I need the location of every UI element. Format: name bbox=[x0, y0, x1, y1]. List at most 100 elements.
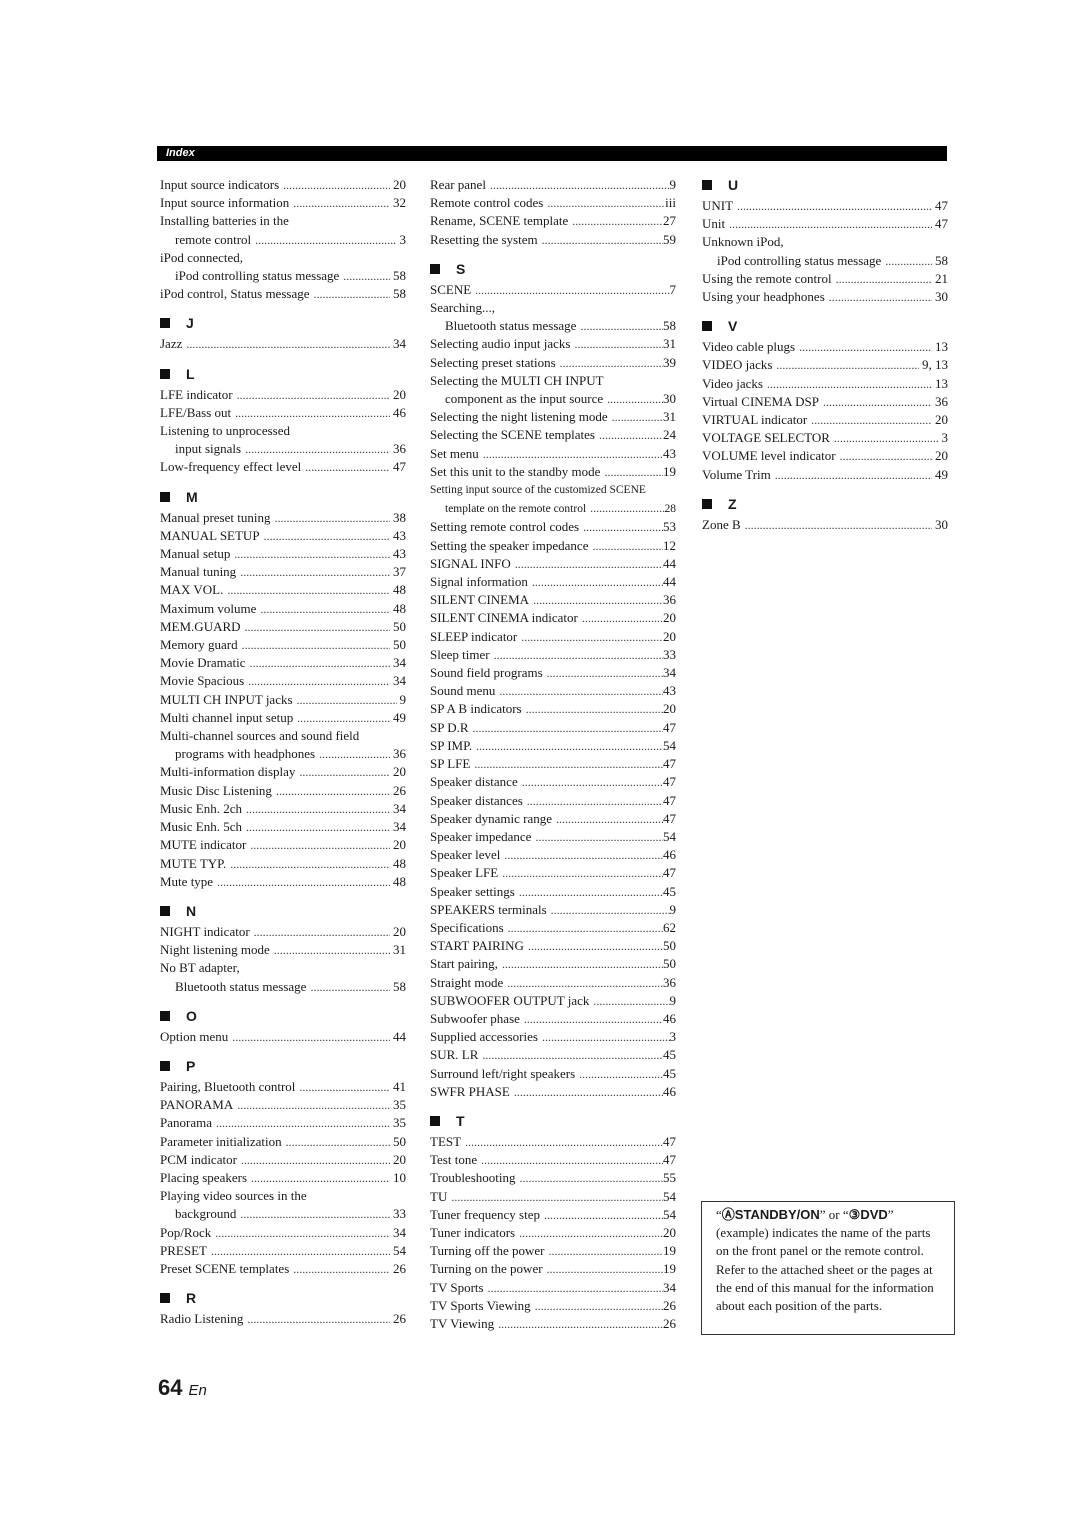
entry-label: VOLUME level indicator bbox=[702, 448, 836, 464]
index-entry: SUBWOOFER OUTPUT jack 9 bbox=[430, 992, 676, 1010]
dot-leader bbox=[507, 974, 663, 992]
note-body: (example) indicates the name of the part… bbox=[716, 1225, 934, 1314]
index-entry: Parameter initialization 50 bbox=[160, 1133, 406, 1151]
entry-page-number: 43 bbox=[663, 683, 676, 699]
index-entry: Panorama 35 bbox=[160, 1114, 406, 1132]
entry-label: START PAIRING bbox=[430, 938, 524, 954]
entry-label: TV Sports bbox=[430, 1279, 484, 1295]
entry-page-number: 34 bbox=[663, 1279, 676, 1295]
entry-page-number: 34 bbox=[393, 1224, 406, 1240]
dot-leader bbox=[248, 672, 390, 690]
entry-label: Input source indicators bbox=[160, 177, 280, 192]
dot-leader bbox=[544, 1206, 663, 1224]
standby-on-key-icon: Ⓐ bbox=[721, 1207, 735, 1222]
entry-label: Start pairing, bbox=[430, 956, 498, 972]
dot-leader bbox=[579, 1065, 663, 1083]
index-entry: Troubleshooting 55 bbox=[430, 1169, 676, 1187]
note-quote: ” bbox=[887, 1207, 894, 1222]
entry-label: Night listening mode bbox=[160, 942, 270, 958]
dot-leader bbox=[519, 1224, 663, 1242]
entry-label: TU bbox=[430, 1188, 448, 1204]
dot-leader bbox=[237, 386, 390, 404]
index-entry: Music Enh. 2ch 34 bbox=[160, 800, 406, 818]
index-column-3: U UNIT 47 Unit 47 Unknown iPod, iPod controlli… bbox=[702, 176, 948, 534]
entry-label: Setting remote control codes bbox=[430, 519, 580, 535]
index-entry: Placing speakers 10 bbox=[160, 1169, 406, 1187]
entry-label: iPod control, Status message bbox=[160, 286, 310, 302]
entry-label: Preset SCENE templates bbox=[160, 1260, 290, 1276]
dot-leader bbox=[240, 563, 390, 581]
section-header-z: Z bbox=[702, 495, 948, 513]
index-entry: Turning off the power 19 bbox=[430, 1242, 676, 1260]
entry-label: Selecting the night listening mode bbox=[430, 409, 608, 425]
index-entry: Multi-information display 20 bbox=[160, 763, 406, 781]
section-letter: M bbox=[186, 488, 198, 505]
dot-leader bbox=[235, 404, 390, 422]
index-entry: MUTE TYP. 48 bbox=[160, 855, 406, 873]
entry-page-number: 20 bbox=[663, 1224, 676, 1240]
entry-page-number: 45 bbox=[663, 1047, 676, 1063]
entry-label: remote control bbox=[175, 231, 252, 247]
entry-page-number: 46 bbox=[663, 1010, 676, 1026]
dot-leader bbox=[840, 447, 932, 465]
entry-label: Speaker impedance bbox=[430, 828, 532, 844]
dot-leader bbox=[227, 581, 390, 599]
entry-page-number: 46 bbox=[663, 847, 676, 863]
index-entry: Playing video sources in the bbox=[160, 1187, 406, 1205]
entry-label: Set menu bbox=[430, 445, 479, 461]
dot-leader bbox=[502, 864, 663, 882]
square-bullet-icon bbox=[160, 491, 170, 502]
index-entry: Selecting the SCENE templates 24 bbox=[430, 426, 676, 444]
dot-leader bbox=[483, 445, 663, 463]
entry-label: Playing video sources in the bbox=[160, 1188, 307, 1204]
entry-page-number: 20 bbox=[663, 628, 676, 644]
index-entry: Speaker LFE 47 bbox=[430, 864, 676, 882]
dot-leader bbox=[488, 1279, 663, 1297]
entry-label: Resetting the system bbox=[430, 231, 538, 247]
dot-leader bbox=[823, 393, 932, 411]
entry-page-number: 20 bbox=[663, 701, 676, 717]
entry-page-number: 50 bbox=[663, 938, 676, 954]
index-entry: MEM.GUARD 50 bbox=[160, 618, 406, 636]
entry-label: Memory guard bbox=[160, 637, 238, 653]
entry-page-number: 43 bbox=[393, 527, 406, 543]
entry-page-number: 32 bbox=[393, 195, 406, 211]
entry-page-number: 34 bbox=[393, 819, 406, 835]
entry-label: Jazz bbox=[160, 336, 183, 352]
index-entry: Tuner indicators 20 bbox=[430, 1224, 676, 1242]
dot-leader bbox=[533, 591, 663, 609]
entry-label: Multi-channel sources and sound field bbox=[160, 728, 360, 744]
entry-label: TEST bbox=[430, 1133, 462, 1149]
dot-leader bbox=[572, 212, 663, 230]
square-bullet-icon bbox=[702, 321, 712, 332]
entry-page-number: 54 bbox=[663, 828, 676, 844]
dvd-key-icon: ③ bbox=[848, 1207, 861, 1222]
dot-leader bbox=[519, 1169, 663, 1187]
entry-page-number: 27 bbox=[663, 213, 676, 229]
entry-page-number: 20 bbox=[393, 1151, 406, 1167]
dot-leader bbox=[548, 1242, 663, 1260]
index-header-title: Index bbox=[166, 147, 195, 159]
dot-leader bbox=[526, 700, 663, 718]
index-entry: Signal information 44 bbox=[430, 573, 676, 591]
index-entry: TU 54 bbox=[430, 1188, 676, 1206]
section-letter: T bbox=[456, 1112, 465, 1129]
dot-leader bbox=[556, 810, 663, 828]
entry-page-number: iii bbox=[665, 195, 676, 211]
entry-label: template on the remote control bbox=[445, 503, 587, 516]
entry-page-number: 33 bbox=[393, 1206, 406, 1222]
entry-label: Speaker dynamic range bbox=[430, 810, 553, 826]
entry-label: Rename, SCENE template bbox=[430, 213, 569, 229]
entry-label: Setting input source of the customized S… bbox=[430, 484, 646, 497]
entry-label: MAX VOL. bbox=[160, 582, 224, 598]
entry-page-number: 48 bbox=[393, 855, 406, 871]
index-entry: Jazz 34 bbox=[160, 335, 406, 353]
entry-label: Setting the speaker impedance bbox=[430, 537, 589, 553]
entry-page-number: 47 bbox=[663, 756, 676, 772]
dot-leader bbox=[574, 335, 663, 353]
index-entry: SP IMP. 54 bbox=[430, 737, 676, 755]
entry-page-number: 26 bbox=[663, 1315, 676, 1331]
entry-page-number: 55 bbox=[663, 1170, 676, 1186]
index-entry: iPod controlling status message 58 bbox=[702, 252, 948, 270]
dot-leader bbox=[519, 883, 663, 901]
